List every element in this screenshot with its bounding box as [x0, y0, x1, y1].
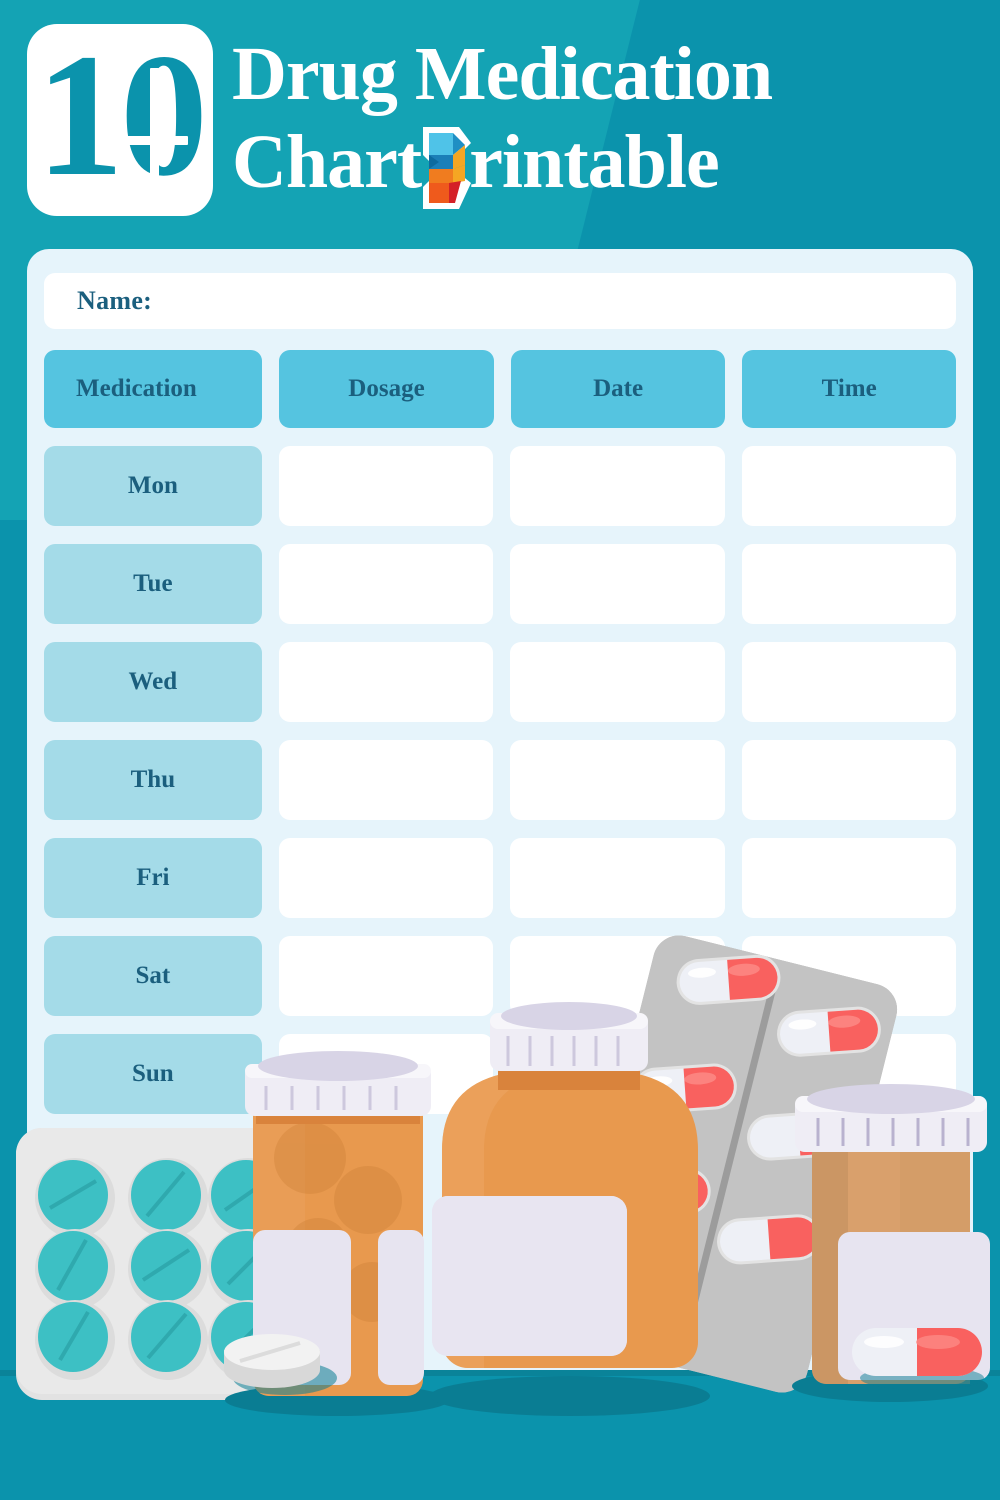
dosage-input-cell[interactable] [278, 544, 494, 624]
table-row: Tue [44, 544, 957, 624]
dosage-input-cell[interactable] [278, 740, 494, 820]
column-header-dosage: Dosage [279, 350, 494, 428]
column-header-time: Time [742, 350, 956, 428]
day-label: Wed [128, 668, 178, 695]
table-header-row: Medication Dosage Date Time [44, 350, 956, 428]
logo-cross-vertical-icon [150, 68, 159, 188]
table-row: Wed [44, 642, 957, 722]
dosage-input-cell[interactable] [278, 642, 494, 722]
title-printable-word: rintable [469, 120, 720, 204]
title-chart-word: Chart [232, 120, 422, 204]
date-input-cell[interactable] [510, 544, 726, 624]
column-header-label: Dosage [348, 375, 425, 402]
column-header-date: Date [510, 350, 726, 428]
day-label: Fri [136, 864, 170, 891]
date-input-cell[interactable] [510, 740, 726, 820]
medication-illustration [0, 900, 1000, 1500]
ten-cross-badge-icon: 10 [27, 24, 213, 216]
day-label-cell: Mon [44, 446, 262, 526]
column-header-label: Medication [76, 375, 197, 402]
day-label: Thu [130, 766, 176, 793]
name-label: Name: [77, 286, 153, 315]
name-field[interactable]: Name: [44, 273, 956, 329]
page-header: 10 Drug Medication Chart rintable [0, 0, 1000, 232]
day-label-cell: Wed [44, 642, 262, 722]
column-header-label: Time [821, 375, 877, 402]
day-label-cell: Tue [44, 544, 262, 624]
loose-red-capsule [852, 1328, 984, 1390]
time-input-cell[interactable] [742, 544, 957, 624]
time-input-cell[interactable] [742, 446, 957, 526]
day-label: Mon [127, 472, 178, 499]
printable-p-logo-icon [419, 125, 473, 211]
page-title: Drug Medication Chart rintable [232, 30, 992, 209]
logo-number: 10 [36, 18, 208, 213]
time-input-cell[interactable] [742, 740, 957, 820]
column-header-medication: Medication [44, 350, 263, 428]
day-label-cell: Thu [44, 740, 262, 820]
time-input-cell[interactable] [742, 642, 957, 722]
title-line-2: Chart rintable [232, 118, 992, 209]
dosage-input-cell[interactable] [278, 446, 494, 526]
date-input-cell[interactable] [510, 642, 726, 722]
logo-cross-horizontal-icon [120, 136, 188, 145]
title-line-1: Drug Medication [232, 32, 773, 116]
day-label: Tue [133, 570, 173, 597]
column-header-label: Date [593, 375, 644, 402]
table-row: Thu [44, 740, 957, 820]
table-row: Mon [44, 446, 957, 526]
date-input-cell[interactable] [510, 446, 726, 526]
